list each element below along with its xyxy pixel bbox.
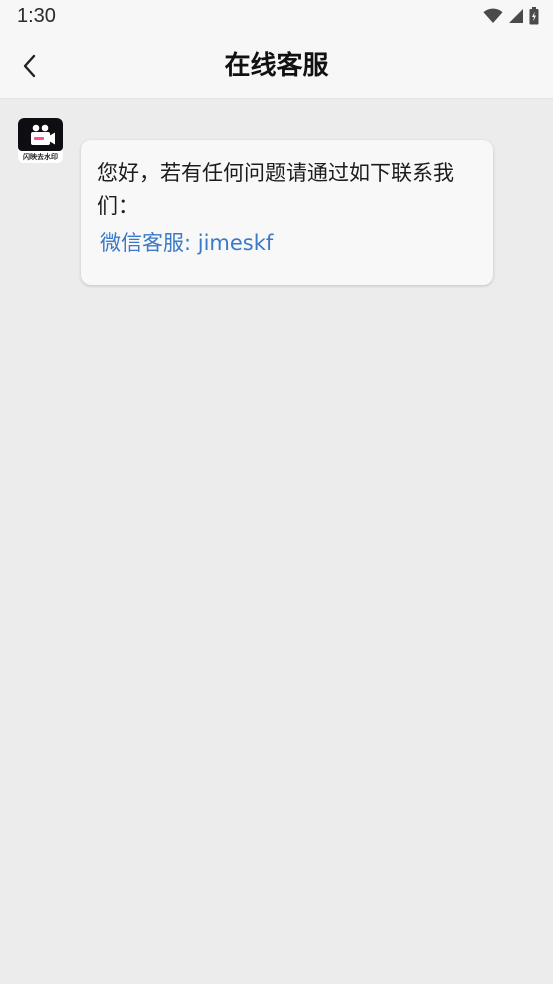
screen: 1:30 在线客服 闪映去水印 您好，若有任何问题请通过如下联系我们： 微信客服… xyxy=(0,0,553,984)
back-button[interactable] xyxy=(12,48,48,84)
message-text: 您好，若有任何问题请通过如下联系我们： xyxy=(97,161,454,218)
wifi-icon xyxy=(483,8,503,23)
app-logo xyxy=(18,118,63,151)
video-camera-icon xyxy=(31,124,55,145)
battery-icon xyxy=(529,7,539,25)
avatar: 闪映去水印 xyxy=(18,118,63,163)
chat-area: 闪映去水印 您好，若有任何问题请通过如下联系我们： 微信客服: jimeskf xyxy=(0,99,553,984)
status-icons xyxy=(483,7,539,25)
avatar-caption: 闪映去水印 xyxy=(23,153,58,161)
message-bubble: 您好，若有任何问题请通过如下联系我们： 微信客服: jimeskf xyxy=(81,140,493,285)
wechat-contact-link[interactable]: 微信客服: jimeskf xyxy=(100,228,273,258)
page-title: 在线客服 xyxy=(224,51,329,81)
status-time: 1:30 xyxy=(17,5,56,27)
app-bar: 在线客服 xyxy=(0,34,553,99)
status-bar: 1:30 xyxy=(0,0,553,34)
chevron-left-icon xyxy=(23,54,36,78)
signal-icon xyxy=(509,9,523,23)
